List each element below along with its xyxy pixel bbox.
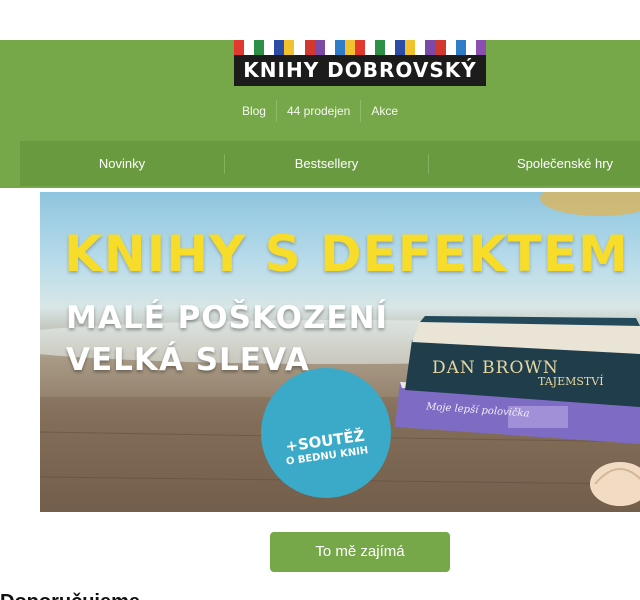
- promo-banner[interactable]: KNIHY S DEFEKTEM MALÉ POŠKOZENÍ VELKÁ SL…: [40, 192, 640, 512]
- logo-stripe: [354, 40, 366, 55]
- banner-subtitle-2: VELKÁ SLEVA: [66, 342, 310, 378]
- logo-stripe: [395, 40, 406, 55]
- logo-stripe: [465, 40, 476, 55]
- logo-stripes: [234, 40, 486, 55]
- logo-stripe: [304, 40, 315, 55]
- nav-item-novinky[interactable]: Novinky: [20, 141, 224, 186]
- contest-badge: +SOUTĚŽ O BEDNU KNIH: [261, 368, 391, 498]
- badge-text: +SOUTĚŽ O BEDNU KNIH: [259, 423, 392, 473]
- logo-stripe: [435, 40, 446, 55]
- nav-divider: [428, 154, 429, 174]
- logo-stripe: [405, 40, 416, 55]
- interest-button[interactable]: To mě zajímá: [270, 532, 450, 572]
- site-logo[interactable]: KNIHY DOBROVSKÝ: [234, 40, 486, 86]
- top-links: Blog 44 prodejen Akce: [0, 100, 640, 122]
- banner-title: KNIHY S DEFEKTEM: [64, 225, 629, 283]
- logo-text: KNIHY DOBROVSKÝ: [234, 55, 486, 86]
- logo-stripe: [385, 40, 396, 55]
- top-blank-area: [0, 0, 640, 40]
- logo-stripe: [445, 40, 456, 55]
- logo-stripe: [344, 40, 355, 55]
- nav-item-spolecenske-hry[interactable]: Společenské hry: [465, 141, 640, 186]
- section-title: Doporučujeme: [0, 591, 140, 600]
- link-akce[interactable]: Akce: [361, 100, 408, 122]
- logo-stripe: [334, 40, 345, 55]
- logo-stripe: [254, 40, 265, 55]
- logo-stripe: [475, 40, 486, 55]
- logo-stripe: [425, 40, 436, 55]
- logo-stripe: [234, 40, 245, 55]
- nav-item-bestsellery[interactable]: Bestsellery: [225, 141, 428, 186]
- logo-stripe: [324, 40, 335, 55]
- banner-subtitle-1: MALÉ POŠKOZENÍ: [66, 300, 389, 336]
- logo-stripe: [415, 40, 426, 55]
- link-blog[interactable]: Blog: [232, 100, 276, 122]
- logo-stripe: [314, 40, 325, 55]
- book-1-title: TAJEMSTVÍ: [538, 375, 604, 388]
- logo-stripe: [365, 40, 376, 55]
- logo-stripe: [264, 40, 275, 55]
- logo-stripe: [455, 40, 466, 55]
- logo-stripe: [274, 40, 285, 55]
- logo-stripe: [294, 40, 305, 55]
- link-prodejny[interactable]: 44 prodejen: [277, 100, 360, 122]
- main-nav: Novinky Bestsellery Společenské hry: [20, 141, 640, 186]
- logo-stripe: [244, 40, 255, 55]
- logo-stripe: [375, 40, 386, 55]
- logo-stripe: [284, 40, 295, 55]
